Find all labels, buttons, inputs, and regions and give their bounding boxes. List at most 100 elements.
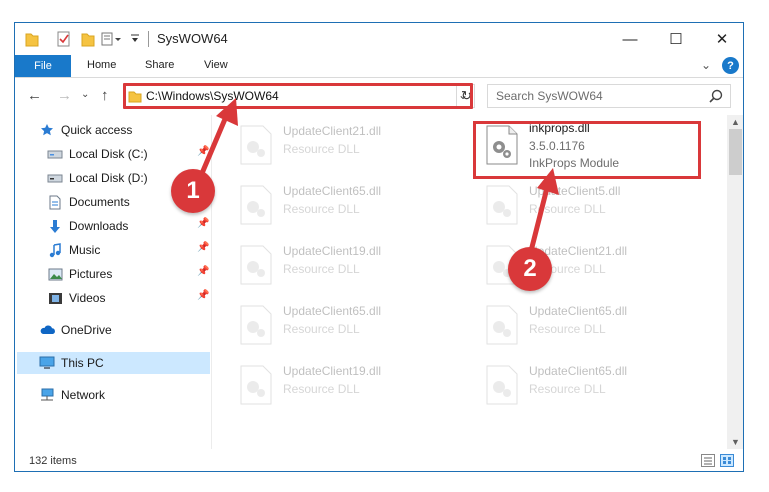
minimize-button[interactable]: — bbox=[607, 23, 653, 55]
chevron-down-icon[interactable] bbox=[130, 31, 140, 47]
ribbon: File Home Share View ⌄ ? bbox=[15, 55, 743, 78]
explorer-window: SysWOW64 — ☐ ✕ File Home Share View ⌄ ? … bbox=[14, 22, 744, 472]
status-bar: 132 items bbox=[15, 450, 743, 471]
documents-icon bbox=[47, 194, 63, 210]
file-name: UpdateClient5.dll bbox=[529, 184, 621, 198]
search-icon[interactable] bbox=[708, 88, 724, 104]
list-item[interactable]: UpdateClient19.dll Resource DLL bbox=[231, 239, 461, 287]
dll-file-icon bbox=[240, 305, 272, 345]
list-item[interactable]: UpdateClient21.dll Resource DLL bbox=[231, 119, 461, 167]
file-highlight-box bbox=[473, 121, 701, 179]
music-icon bbox=[47, 242, 63, 258]
scroll-up-icon[interactable]: ▲ bbox=[727, 115, 743, 129]
navigation-pane: Quick access Local Disk (C:) 📌 Local Dis… bbox=[15, 115, 212, 449]
download-icon bbox=[47, 218, 63, 234]
network-icon bbox=[39, 387, 55, 403]
sidebar-item-downloads[interactable]: Downloads bbox=[47, 215, 128, 237]
file-type: Resource DLL bbox=[283, 322, 360, 336]
forward-button[interactable]: → bbox=[57, 87, 72, 104]
dll-file-icon bbox=[240, 245, 272, 285]
expand-ribbon-icon[interactable]: ⌄ bbox=[701, 58, 711, 72]
up-button[interactable]: ↑ bbox=[101, 87, 109, 104]
address-highlight-box bbox=[123, 83, 473, 109]
customize-toolbar-icon[interactable] bbox=[101, 31, 123, 47]
details-view-icon[interactable] bbox=[701, 454, 715, 467]
pictures-icon bbox=[47, 266, 63, 282]
list-item[interactable]: UpdateClient19.dll Resource DLL bbox=[231, 359, 461, 407]
file-type: Resource DLL bbox=[529, 202, 606, 216]
back-button[interactable]: ← bbox=[27, 87, 42, 104]
sidebar-item-local-disk-d[interactable]: Local Disk (D:) bbox=[47, 167, 148, 189]
dll-file-icon bbox=[486, 185, 518, 225]
dll-file-icon bbox=[240, 125, 272, 165]
sidebar-item-label: Videos bbox=[69, 291, 106, 305]
close-button[interactable]: ✕ bbox=[699, 23, 743, 55]
sidebar-item-label: Network bbox=[61, 388, 106, 402]
sidebar-item-label: Pictures bbox=[69, 267, 113, 281]
sidebar-item-pictures[interactable]: Pictures bbox=[47, 263, 112, 285]
pin-icon[interactable]: 📌 bbox=[197, 266, 209, 277]
recent-locations-icon[interactable]: ⌄ bbox=[81, 89, 89, 100]
sidebar-item-label: OneDrive bbox=[61, 323, 112, 337]
minimize-icon: — bbox=[622, 30, 638, 48]
scrollbar-thumb[interactable] bbox=[729, 129, 742, 175]
sidebar-item-documents[interactable]: Documents bbox=[47, 191, 130, 213]
file-name: UpdateClient65.dll bbox=[529, 364, 628, 378]
sidebar-item-label: This PC bbox=[61, 356, 104, 370]
tab-home[interactable]: Home bbox=[87, 59, 116, 71]
sidebar-item-network[interactable]: Network bbox=[39, 384, 105, 406]
file-name: UpdateClient65.dll bbox=[529, 304, 628, 318]
file-list: UpdateClient21.dll Resource DLL UpdateCl… bbox=[215, 115, 727, 449]
sidebar-item-music[interactable]: Music bbox=[47, 239, 100, 261]
computer-icon bbox=[39, 355, 55, 371]
list-item[interactable]: UpdateClient65.dll Resource DLL bbox=[477, 299, 707, 347]
list-item[interactable]: UpdateClient65.dll Resource DLL bbox=[231, 299, 461, 347]
item-count: 132 items bbox=[29, 455, 77, 467]
sidebar-item-label: Local Disk (D:) bbox=[69, 171, 148, 185]
callout-badge-2: 2 bbox=[508, 247, 552, 291]
dll-file-icon bbox=[486, 305, 518, 345]
search-placeholder: Search SysWOW64 bbox=[496, 89, 603, 103]
sidebar-item-videos[interactable]: Videos bbox=[47, 287, 105, 309]
sidebar-item-quick-access[interactable]: Quick access bbox=[39, 119, 132, 141]
sidebar-item-label: Downloads bbox=[69, 219, 129, 233]
file-type: Resource DLL bbox=[283, 142, 360, 156]
tab-file[interactable]: File bbox=[15, 55, 71, 77]
search-input[interactable]: Search SysWOW64 bbox=[487, 84, 731, 108]
file-type: Resource DLL bbox=[529, 382, 606, 396]
title-bar: SysWOW64 — ☐ ✕ bbox=[15, 23, 743, 55]
properties-icon[interactable] bbox=[57, 31, 71, 47]
vertical-scrollbar[interactable]: ▲ ▼ bbox=[727, 115, 743, 449]
file-name: UpdateClient21.dll bbox=[283, 124, 382, 138]
pin-icon[interactable]: 📌 bbox=[197, 218, 209, 229]
file-type: Resource DLL bbox=[529, 322, 606, 336]
dll-file-icon bbox=[486, 365, 518, 405]
sidebar-item-this-pc[interactable]: This PC bbox=[39, 352, 104, 374]
window-title: SysWOW64 bbox=[157, 31, 228, 46]
scroll-down-icon[interactable]: ▼ bbox=[727, 435, 743, 449]
tab-share[interactable]: Share bbox=[145, 59, 174, 71]
sidebar-item-onedrive[interactable]: OneDrive bbox=[39, 319, 112, 341]
star-icon bbox=[39, 122, 55, 138]
dll-file-icon bbox=[240, 365, 272, 405]
sidebar-item-label: Music bbox=[69, 243, 101, 257]
new-folder-icon[interactable] bbox=[81, 31, 95, 47]
help-button[interactable]: ? bbox=[722, 57, 739, 74]
file-name: UpdateClient19.dll bbox=[283, 244, 382, 258]
list-item[interactable]: UpdateClient65.dll Resource DLL bbox=[477, 359, 707, 407]
sidebar-item-label: Local Disk (C:) bbox=[69, 147, 148, 161]
large-icons-view-icon[interactable] bbox=[720, 454, 734, 467]
pin-icon[interactable]: 📌 bbox=[197, 242, 209, 253]
tab-view[interactable]: View bbox=[204, 59, 228, 71]
maximize-button[interactable]: ☐ bbox=[653, 23, 699, 55]
pin-icon[interactable]: 📌 bbox=[197, 146, 209, 157]
videos-icon bbox=[47, 290, 63, 306]
file-name: UpdateClient19.dll bbox=[283, 364, 382, 378]
file-name: UpdateClient65.dll bbox=[283, 304, 382, 318]
sidebar-item-local-disk-c[interactable]: Local Disk (C:) bbox=[47, 143, 148, 165]
list-item[interactable]: UpdateClient65.dll Resource DLL bbox=[231, 179, 461, 227]
file-type: Resource DLL bbox=[283, 262, 360, 276]
title-separator bbox=[148, 31, 149, 47]
pin-icon[interactable]: 📌 bbox=[197, 290, 209, 301]
list-item[interactable]: UpdateClient5.dll Resource DLL bbox=[477, 179, 707, 227]
